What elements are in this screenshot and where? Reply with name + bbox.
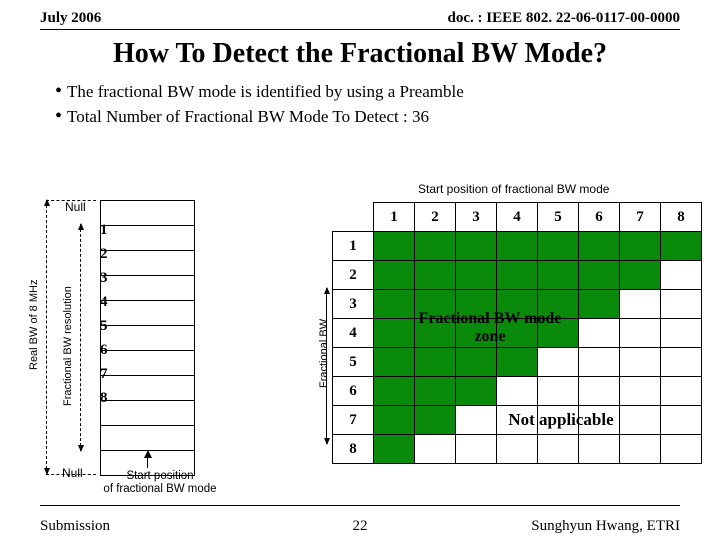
row-6: 6 — [333, 377, 374, 406]
row-2: 2 — [333, 261, 374, 290]
ladder-num-3: 3 — [100, 270, 108, 287]
col-5: 5 — [538, 203, 579, 232]
frac-bw-label: Fractional BW — [318, 319, 330, 388]
ladder-num-6: 6 — [100, 342, 108, 359]
row-3: 3 — [333, 290, 374, 319]
bullet-list: The fractional BW mode is identified by … — [55, 80, 665, 128]
real-bw-label: Real BW of 8 MHz — [28, 280, 40, 370]
ladder-diagram — [100, 200, 195, 476]
row-5: 5 — [333, 348, 374, 377]
na-label: Not applicable — [476, 410, 646, 430]
zone-label: Fractional BW mode zone — [410, 310, 570, 345]
null-bottom-label: Null — [62, 466, 83, 480]
bullet-1: The fractional BW mode is identified by … — [55, 80, 665, 103]
null-top-label: Null — [65, 200, 86, 214]
header-rule — [40, 29, 680, 30]
ladder-num-1: 1 — [100, 222, 108, 239]
ladder-num-4: 4 — [100, 294, 108, 311]
header-doc-id: doc. : IEEE 802. 22-06-0117-00-0000 — [448, 10, 681, 27]
footer-rule — [40, 505, 680, 506]
row-4: 4 — [333, 319, 374, 348]
col-3: 3 — [456, 203, 497, 232]
row-7: 7 — [333, 406, 374, 435]
real-bw-extent — [46, 200, 47, 474]
col-7: 7 — [620, 203, 661, 232]
frac-res-label: Fractional BW resolution — [62, 286, 74, 406]
ladder-num-2: 2 — [100, 246, 108, 263]
ladder-num-5: 5 — [100, 318, 108, 335]
row-1: 1 — [333, 232, 374, 261]
header-date: July 2006 — [40, 10, 101, 27]
ladder-num-7: 7 — [100, 366, 108, 383]
col-4: 4 — [497, 203, 538, 232]
col-6: 6 — [579, 203, 620, 232]
footer-page-number: 22 — [40, 518, 680, 535]
page-title: How To Detect the Fractional BW Mode? — [0, 38, 720, 70]
ladder-num-8: 8 — [100, 390, 108, 407]
col-1: 1 — [374, 203, 415, 232]
start-pos-arrow — [147, 452, 148, 468]
bullet-2: Total Number of Fractional BW Mode To De… — [55, 105, 665, 128]
start-pos-label: Start position of fractional BW mode — [90, 470, 230, 496]
row-8: 8 — [333, 435, 374, 464]
col-2: 2 — [415, 203, 456, 232]
col-8: 8 — [661, 203, 702, 232]
frac-res-extent — [80, 224, 81, 451]
matrix-caption: Start position of fractional BW mode — [418, 182, 609, 196]
